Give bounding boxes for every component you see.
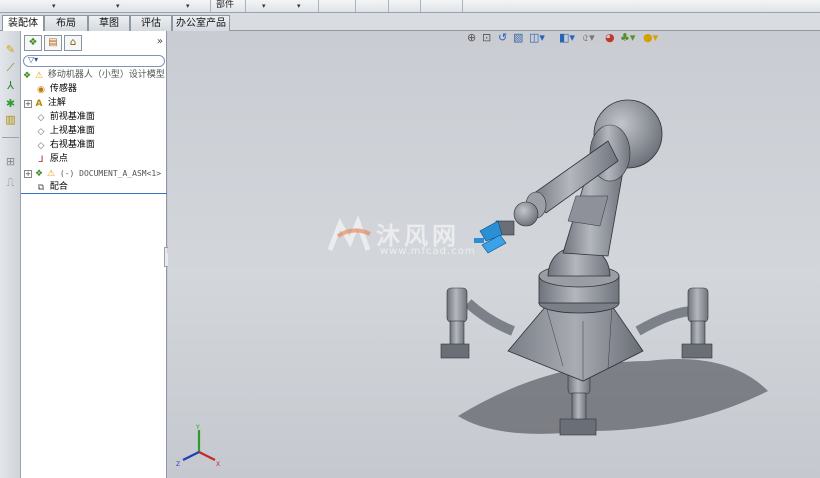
gripper xyxy=(474,220,515,254)
insert-component-icon[interactable]: ✎ xyxy=(3,43,18,57)
tree-item-right-plane[interactable]: ◇ 右视基准面 xyxy=(21,139,167,153)
tree-item-annotations[interactable]: + A 注解 xyxy=(21,97,167,111)
explode-view-icon[interactable]: ▥ xyxy=(3,113,18,127)
filter-icon[interactable]: ▽▾ xyxy=(28,55,38,64)
smart-fasteners-icon[interactable]: ✱ xyxy=(3,97,18,111)
toolbar-separator xyxy=(245,0,246,12)
model-shadow xyxy=(458,359,768,434)
toolbar-separator xyxy=(318,0,319,12)
tab-office-products[interactable]: 办公室产品 xyxy=(172,15,230,31)
configuration-manager-tab-icon[interactable]: ⌂ xyxy=(64,35,82,51)
tab-assembly[interactable]: 装配体 xyxy=(2,15,44,32)
tab-evaluate[interactable]: 评估 xyxy=(130,15,172,31)
feature-manager-panel: ❖ ▤ ⌂ » ▽▾ ❖ ⚠ 移动机器人（小型）设计模型 ◉ 传感器 + A 注解 … xyxy=(21,31,171,478)
plane-icon: ◇ xyxy=(37,140,45,151)
dropdown-arrow-icon[interactable]: ▾ xyxy=(186,2,190,10)
tree-item-label: 上视基准面 xyxy=(49,126,95,136)
plane-icon: ◇ xyxy=(37,126,45,137)
tab-layout[interactable]: 布局 xyxy=(44,15,88,31)
toolbar-separator xyxy=(210,0,211,12)
tree-item-origin[interactable]: ⅃ 原点 xyxy=(21,153,167,167)
feature-tree-tab-icon[interactable]: ❖ xyxy=(24,35,42,51)
expand-toggle-icon[interactable]: + xyxy=(24,169,32,178)
robot-arm-model[interactable] xyxy=(168,31,820,478)
reference-geometry-icon[interactable]: ⎍ xyxy=(3,176,18,190)
graphics-viewport[interactable]: ⊕ ⊡ ↺ ▧ ◫▾ ◧▾ ৫▾ ◕ ♣▾ ●▾ 沐风网 www.mfcad.c… xyxy=(168,31,820,478)
y-axis-label: Y xyxy=(195,424,200,431)
dropdown-arrow-icon[interactable]: ▾ xyxy=(116,2,120,10)
toolbar-divider xyxy=(2,137,19,138)
z-axis-label: Z xyxy=(176,461,180,468)
annotation-icon: A xyxy=(35,98,43,109)
mate-icon[interactable]: ⟋ xyxy=(3,61,18,75)
tree-item-label: 配合 xyxy=(49,182,68,192)
leg-right xyxy=(635,287,713,359)
dropdown-arrow-icon[interactable]: ▾ xyxy=(297,2,301,10)
tree-item-top-assembly[interactable]: ❖ ⚠ 移动机器人（小型）设计模型 xyxy=(21,69,167,83)
expand-toggle-icon[interactable]: + xyxy=(24,99,32,108)
move-component-icon[interactable]: ⅄ xyxy=(3,79,18,93)
linear-pattern-icon[interactable]: ⊞ xyxy=(3,155,18,169)
tree-end-line xyxy=(21,193,167,194)
tab-sketch[interactable]: 草图 xyxy=(88,15,130,31)
tree-item-label: 传感器 xyxy=(49,84,77,94)
top-toolbar: ▾ ▾ ▾ 部件 ▾ ▾ xyxy=(0,0,820,13)
property-manager-tab-icon[interactable]: ▤ xyxy=(44,35,62,51)
parts-button[interactable]: 部件 xyxy=(216,0,234,10)
tree-item-front-plane[interactable]: ◇ 前视基准面 xyxy=(21,111,167,125)
dropdown-arrow-icon[interactable]: ▾ xyxy=(262,2,266,10)
wrist-joint xyxy=(513,201,539,227)
assembly-icon: ❖ xyxy=(34,168,44,179)
leg-left xyxy=(440,287,515,359)
sensor-icon: ◉ xyxy=(37,84,45,95)
origin-icon: ⅃ xyxy=(38,154,44,165)
assembly-icon: ❖ xyxy=(22,70,32,81)
toolbar-separator xyxy=(388,0,389,12)
toolbar-separator xyxy=(420,0,421,12)
warning-icon: ⚠ xyxy=(34,70,44,81)
tree-item-top-plane[interactable]: ◇ 上视基准面 xyxy=(21,125,167,139)
coordinate-triad: Y X Z xyxy=(176,424,220,468)
plane-icon: ◇ xyxy=(37,112,45,123)
tree-item-label: 移动机器人（小型）设计模型 xyxy=(47,70,165,80)
tree-item-label: 原点 xyxy=(49,154,68,164)
tree-item-sensors[interactable]: ◉ 传感器 xyxy=(21,83,167,97)
mates-icon: ⧉ xyxy=(37,182,45,193)
feature-filter-field[interactable]: ▽▾ xyxy=(23,55,165,67)
tree-item-label: 右视基准面 xyxy=(49,140,95,150)
left-vertical-toolbar: ✎ ⟋ ⅄ ✱ ▥ ⊞ ⎍ xyxy=(0,31,21,478)
command-manager-tabs: 装配体 布局 草图 评估 办公室产品 xyxy=(0,13,820,32)
toolbar-separator xyxy=(355,0,356,12)
expand-panel-button[interactable]: » xyxy=(157,36,163,47)
toolbar-separator xyxy=(462,0,463,12)
x-axis-label: X xyxy=(216,461,220,468)
tree-item-label: 前视基准面 xyxy=(49,112,95,122)
tree-item-subassembly[interactable]: + ❖ ⚠ (-) DOCUMENT_A_ASM<1> xyxy=(21,167,167,181)
warning-icon: ⚠ xyxy=(46,168,56,179)
tree-item-label: 注解 xyxy=(47,98,66,108)
tree-item-label: (-) DOCUMENT_A_ASM<1> xyxy=(59,169,162,178)
feature-manager-tabs: ❖ ▤ ⌂ » xyxy=(21,33,167,53)
dropdown-arrow-icon[interactable]: ▾ xyxy=(52,2,56,10)
